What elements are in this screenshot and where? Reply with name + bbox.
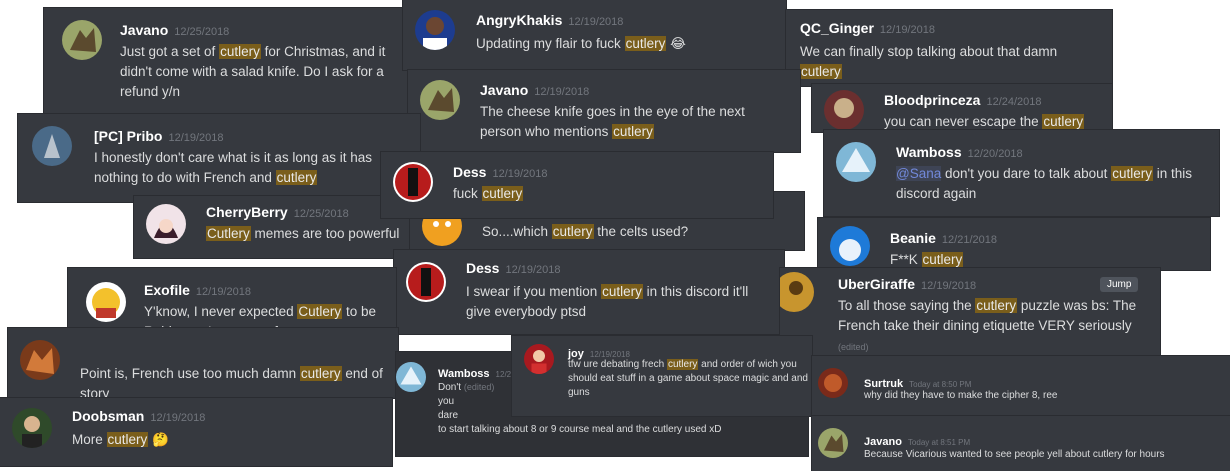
message-card-wamboss-1: Wamboss 12/20/2018 @Sana don't you dare t…	[824, 130, 1219, 216]
user-mention[interactable]: @Sana	[896, 166, 942, 181]
message-card-dess-1: Dess 12/19/2018 fuck cutlery	[381, 152, 773, 218]
message-card-javano-1: Javano 12/25/2018 Just got a set of cutle…	[44, 8, 414, 113]
message-card-javano-3: Javano Today at 8:51 PM Because Vicarious…	[812, 416, 1230, 471]
timestamp: 12/25/2018	[174, 26, 230, 38]
message-card-surtruk: Surtruk Today at 8:50 PM why did they hav…	[812, 356, 1230, 416]
username[interactable]: Javano	[120, 22, 168, 38]
timestamp: 12/19/2018	[921, 280, 977, 292]
avatar[interactable]	[420, 80, 460, 120]
jump-button[interactable]: Jump	[1100, 277, 1139, 292]
username[interactable]: Dess	[466, 260, 499, 276]
timestamp: 12/19/2018	[195, 286, 251, 298]
username[interactable]: CherryBerry	[206, 204, 288, 220]
message-text: To all those saying the cutlery puzzle w…	[838, 298, 1137, 352]
timestamp: 12/24/2018	[986, 96, 1042, 108]
username[interactable]: Dess	[453, 164, 486, 180]
timestamp: 12/25/2018	[293, 208, 349, 220]
timestamp: 12/19/2018	[505, 264, 561, 276]
username[interactable]: QC_Ginger	[800, 20, 874, 36]
avatar[interactable]	[32, 126, 72, 166]
message-text: Point is, French use too much damn cutle…	[80, 366, 383, 398]
tears-of-joy-icon: 😂	[670, 36, 686, 51]
avatar[interactable]	[830, 226, 870, 266]
message-card-doobsman: Doobsman 12/19/2018 More cutlery 🤔	[0, 398, 392, 466]
message-text: We can finally stop talking about that d…	[800, 44, 1058, 79]
avatar[interactable]	[406, 262, 446, 302]
message-card-point-is: Point is, French use too much damn cutle…	[8, 328, 398, 398]
message-text: More cutlery 🤔	[72, 432, 169, 447]
username[interactable]: Wamboss	[438, 368, 490, 380]
message-text: Just got a set of cutlery for Christmas,…	[120, 44, 386, 99]
avatar[interactable]	[824, 90, 864, 130]
message-text: you can never escape the cutlery	[884, 114, 1085, 129]
avatar[interactable]	[780, 272, 814, 312]
timestamp: 12/19/2018	[492, 168, 548, 180]
message-card-ubergiraffe: UberGiraffe 12/19/2018 Jump To all those …	[780, 268, 1160, 356]
timestamp: 12/19/2018	[168, 132, 224, 144]
edited-tag: (edited)	[463, 382, 495, 392]
avatar[interactable]	[415, 10, 455, 50]
avatar[interactable]	[393, 162, 433, 202]
message-card-qcginger: QC_Ginger 12/19/2018 We can finally stop …	[786, 10, 1112, 86]
message-text: So....which cutlery the celts used?	[482, 224, 689, 239]
username[interactable]: Javano	[864, 436, 902, 448]
timestamp: Today at 8:51 PM	[907, 438, 971, 447]
username[interactable]: Javano	[480, 82, 528, 98]
avatar[interactable]	[12, 408, 52, 448]
edited-tag: (edited)	[838, 342, 869, 352]
message-card-cherryberry: CherryBerry 12/25/2018 Cutlery memes are …	[134, 196, 410, 258]
username[interactable]: Exofile	[144, 282, 190, 298]
avatar[interactable]	[524, 344, 554, 374]
message-text: why did they have to make the cipher 8, …	[864, 390, 1058, 401]
timestamp: 12/21/2018	[941, 234, 997, 246]
avatar[interactable]	[86, 282, 126, 322]
username[interactable]: AngryKhakis	[476, 12, 562, 28]
message-text: fuck cutlery	[453, 186, 524, 201]
thinking-face-icon: 🤔	[152, 432, 169, 447]
message-card-bloodprinceza: Bloodprinceza 12/24/2018 you can never es…	[812, 84, 1112, 132]
timestamp: 12/19/2018	[879, 24, 935, 36]
timestamp: 12/19/2018	[150, 412, 206, 424]
message-card-angrykhakis: AngryKhakis 12/19/2018 Updating my flair …	[403, 0, 786, 70]
avatar[interactable]	[62, 20, 102, 60]
username[interactable]: [PC] Pribo	[94, 128, 162, 144]
timestamp: 12/19/2018	[534, 86, 590, 98]
message-text: I swear if you mention cutlery in this d…	[466, 284, 749, 319]
avatar[interactable]	[836, 142, 876, 182]
message-text: I honestly don't care what is it as long…	[94, 150, 372, 185]
message-text: The cheese knife goes in the eye of the …	[480, 104, 745, 139]
avatar[interactable]	[818, 428, 848, 458]
message-text: tfw ure debating frech cutlery and order…	[568, 359, 808, 398]
message-text: Updating my flair to fuck cutlery 😂	[476, 36, 686, 51]
username[interactable]: Beanie	[890, 230, 936, 246]
message-text: F**K cutlery	[890, 252, 964, 267]
timestamp: 12/19/2018	[568, 16, 624, 28]
message-card-dess-2: Dess 12/19/2018 I swear if you mention cu…	[394, 250, 784, 334]
username[interactable]: Bloodprinceza	[884, 92, 980, 108]
timestamp: Today at 8:50 PM	[909, 380, 972, 389]
message-text: Cutlery memes are too powerful	[206, 226, 400, 241]
username[interactable]: Wamboss	[896, 144, 962, 160]
avatar[interactable]	[818, 368, 848, 398]
message-card-javano-2: Javano 12/19/2018 The cheese knife goes i…	[408, 70, 800, 152]
avatar[interactable]	[396, 362, 426, 392]
message-text: @Sana don't you dare to talk about cutle…	[896, 166, 1192, 201]
avatar[interactable]	[146, 204, 186, 244]
username[interactable]: UberGiraffe	[838, 276, 915, 292]
username[interactable]: Doobsman	[72, 408, 144, 424]
message-text: Because Vicarious wanted to see people y…	[864, 449, 1165, 460]
timestamp: 12/20/2018	[967, 148, 1023, 160]
message-card-beanie: Beanie 12/21/2018 F**K cutlery	[818, 218, 1210, 270]
message-card-pribo: [PC] Pribo 12/19/2018 I honestly don't ca…	[18, 114, 420, 202]
message-card-joy: joy 12/19/2018 tfw ure debating frech cut…	[512, 336, 812, 416]
avatar[interactable]	[20, 340, 60, 380]
